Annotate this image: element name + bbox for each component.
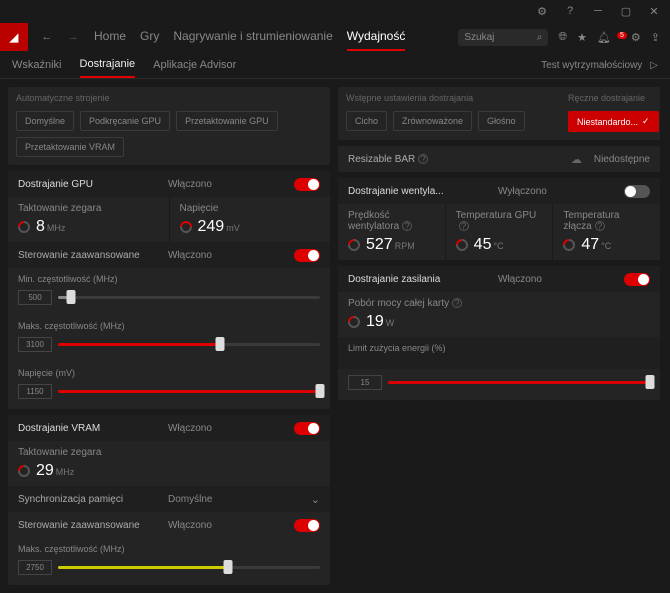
vram-tuning-label: Dostrajanie VRAM [18, 423, 168, 434]
settings-small-icon[interactable]: ⚙ [530, 1, 554, 21]
help-icon[interactable]: ? [459, 221, 469, 231]
chevron-down-icon[interactable]: ⌄ [311, 493, 320, 506]
minimize-icon[interactable]: ─ [586, 1, 610, 21]
bell-icon[interactable]: 🔔︎5 [597, 31, 621, 44]
min-freq-slider[interactable]: 500 [18, 290, 320, 305]
gauge-icon [561, 237, 578, 254]
advanced-control-toggle[interactable] [294, 249, 320, 262]
junction-temp-label: Temperatura złącza? [563, 210, 650, 232]
voltage-value: 249 [198, 218, 225, 236]
max-freq-label: Maks. częstotliwość (MHz) [18, 321, 320, 331]
clock-value: 8 [36, 218, 45, 236]
subnav-indicators[interactable]: Wskaźniki [12, 59, 62, 77]
gauge-icon [346, 314, 363, 331]
gpu-tuning-label: Dostrajanie GPU [18, 179, 168, 190]
forward-icon[interactable]: → [60, 31, 86, 43]
nav-stream[interactable]: Nagrywanie i strumieniowanie [173, 23, 332, 51]
check-icon: ✓ [642, 116, 650, 127]
resizable-bar-value: Niedostępne [594, 154, 650, 165]
gauge-icon [177, 219, 194, 236]
help-icon[interactable]: ? [418, 154, 428, 164]
vram-maxf-slider[interactable]: 2750 [18, 560, 320, 575]
search-input[interactable]: Szukaj ⌕ [458, 29, 548, 46]
help-icon[interactable]: ? [595, 221, 605, 231]
maximize-icon[interactable]: ▢ [614, 1, 638, 21]
play-icon[interactable]: ▷ [650, 60, 658, 77]
voltage-slider-label: Napięcie (mV) [18, 368, 320, 378]
gauge-icon [16, 463, 33, 480]
fan-tuning-toggle[interactable] [624, 185, 650, 198]
fan-tuning-label: Dostrajanie wentyla... [348, 186, 498, 197]
preset-balanced[interactable]: Zrównoważone [393, 111, 472, 131]
mem-sync-value: Domyślne [168, 494, 311, 505]
vram-clock-value: 29 [36, 462, 54, 480]
mem-sync-label: Synchronizacja pamięci [18, 494, 168, 505]
help-icon[interactable]: ? [558, 1, 582, 21]
title-bar: ⚙ ? ─ ▢ ✕ [0, 0, 670, 22]
power-tuning-label: Dostrajanie zasilania [348, 274, 498, 285]
amd-logo-icon: ◢ [0, 23, 28, 51]
preset-oc-gpu[interactable]: Podkręcanie GPU [80, 111, 170, 131]
power-limit-label: Limit zużycia energii (%) [348, 343, 650, 353]
gauge-icon [16, 219, 33, 236]
clock-label: Taktowanie zegara [18, 203, 159, 214]
gpu-tuning-status: Włączono [168, 179, 294, 190]
subnav-tuning[interactable]: Dostrajanie [80, 58, 136, 78]
close-icon[interactable]: ✕ [642, 1, 666, 21]
junction-temp-value: 47 [581, 236, 599, 254]
voltage-slider[interactable]: 1150 [18, 384, 320, 399]
auto-tuning-header: Automatyczne strojenie [8, 87, 330, 107]
vram-adv-toggle[interactable] [294, 519, 320, 532]
fan-speed-label: Prędkość wentylatora? [348, 210, 435, 232]
fan-speed-value: 527 [366, 236, 393, 254]
max-freq-slider[interactable]: 3100 [18, 337, 320, 352]
subnav-advisor[interactable]: Aplikacje Advisor [153, 59, 236, 77]
gear-icon[interactable]: ⚙ [631, 31, 641, 44]
gpu-tuning-toggle[interactable] [294, 178, 320, 191]
gpu-temp-value: 45 [474, 236, 492, 254]
voltage-label: Napięcie [180, 203, 321, 214]
board-power-label: Pobór mocy całej karty? [348, 298, 650, 309]
stress-test-link[interactable]: Test wytrzymałościowy [541, 60, 642, 77]
preset-custom[interactable]: Niestandardo...✓ [568, 111, 659, 132]
preset-quiet[interactable]: Cicho [346, 111, 387, 131]
search-icon: ⌕ [537, 32, 543, 43]
vram-maxf-label: Maks. częstotliwość (MHz) [18, 544, 320, 554]
share-icon[interactable]: ⇪ [651, 31, 660, 44]
back-icon[interactable]: ← [34, 31, 60, 43]
gpu-temp-label: Temperatura GPU? [456, 210, 543, 232]
nav-performance[interactable]: Wydajność [347, 23, 406, 51]
nav-games[interactable]: Gry [140, 23, 159, 51]
min-freq-label: Min. częstotliwość (MHz) [18, 274, 320, 284]
main-nav: Home Gry Nagrywanie i strumieniowanie Wy… [94, 23, 458, 51]
manual-tuning-header: Ręczne dostrajanie [560, 87, 660, 107]
search-placeholder: Szukaj [464, 32, 494, 43]
preset-default[interactable]: Domyślne [16, 111, 74, 131]
header-bar: ◢ ← → Home Gry Nagrywanie i strumieniowa… [0, 22, 670, 52]
preset-loud[interactable]: Głośno [478, 111, 525, 131]
vram-tuning-toggle[interactable] [294, 422, 320, 435]
sub-nav: Wskaźniki Dostrajanie Aplikacje Advisor … [0, 52, 670, 79]
vram-adv-label: Sterowanie zaawansowane [18, 520, 168, 531]
advanced-control-label: Sterowanie zaawansowane [18, 250, 168, 261]
board-power-value: 19 [366, 313, 384, 331]
preset-tuning-header: Wstępne ustawienia dostrajania [338, 87, 560, 107]
resizable-bar-label: Resizable BAR? [348, 154, 498, 165]
power-tuning-toggle[interactable] [624, 273, 650, 286]
preset-overclock-gpu[interactable]: Przetaktowanie GPU [176, 111, 278, 131]
brain-icon: ☁ [571, 153, 582, 166]
vram-clock-label: Taktowanie zegara [18, 447, 320, 458]
help-icon[interactable]: ? [402, 221, 412, 231]
gauge-icon [453, 237, 470, 254]
globe-icon[interactable]: 🌐︎ [558, 31, 567, 44]
power-limit-slider[interactable]: 15 [348, 375, 650, 390]
nav-home[interactable]: Home [94, 23, 126, 51]
gauge-icon [346, 237, 363, 254]
preset-overclock-vram[interactable]: Przetaktowanie VRAM [16, 137, 124, 157]
star-icon[interactable]: ★ [577, 31, 587, 44]
help-icon[interactable]: ? [452, 298, 462, 308]
